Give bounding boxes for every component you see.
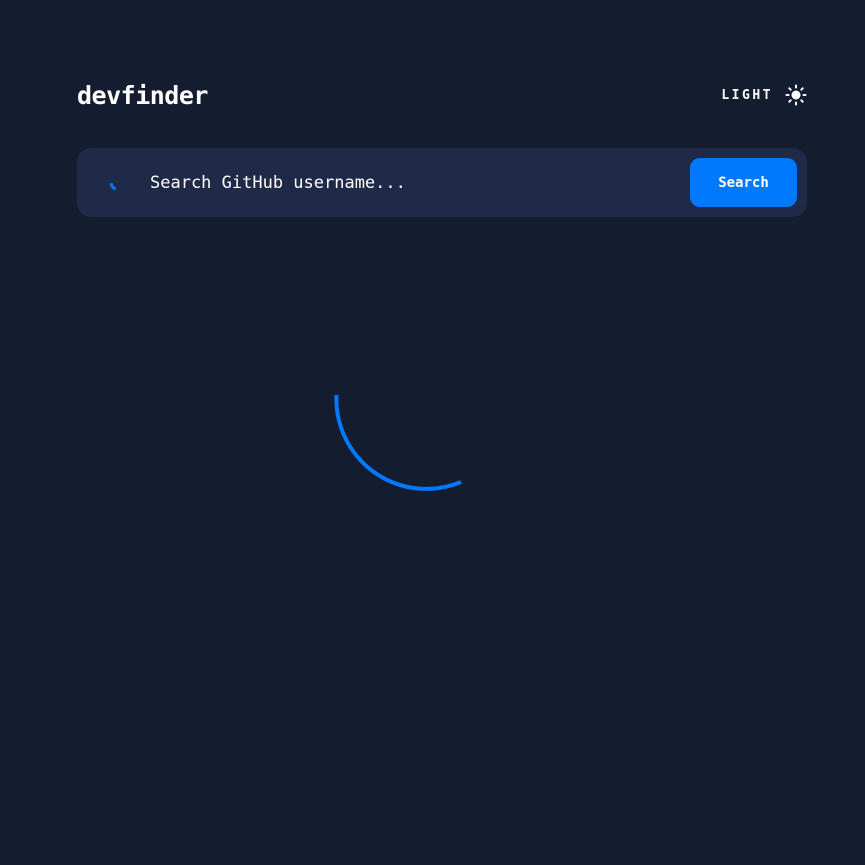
search-icon (109, 182, 117, 191)
sun-icon (785, 84, 807, 106)
theme-toggle-button[interactable]: LIGHT (721, 84, 807, 106)
search-button[interactable]: Search (690, 158, 797, 207)
search-input[interactable] (150, 164, 670, 202)
header: devfinder LIGHT (77, 78, 807, 112)
theme-toggle-label: LIGHT (721, 87, 773, 103)
app-logo: devfinder (77, 80, 208, 110)
app-root: devfinder LIGHT Search (0, 0, 865, 865)
loading-spinner (334, 394, 462, 491)
